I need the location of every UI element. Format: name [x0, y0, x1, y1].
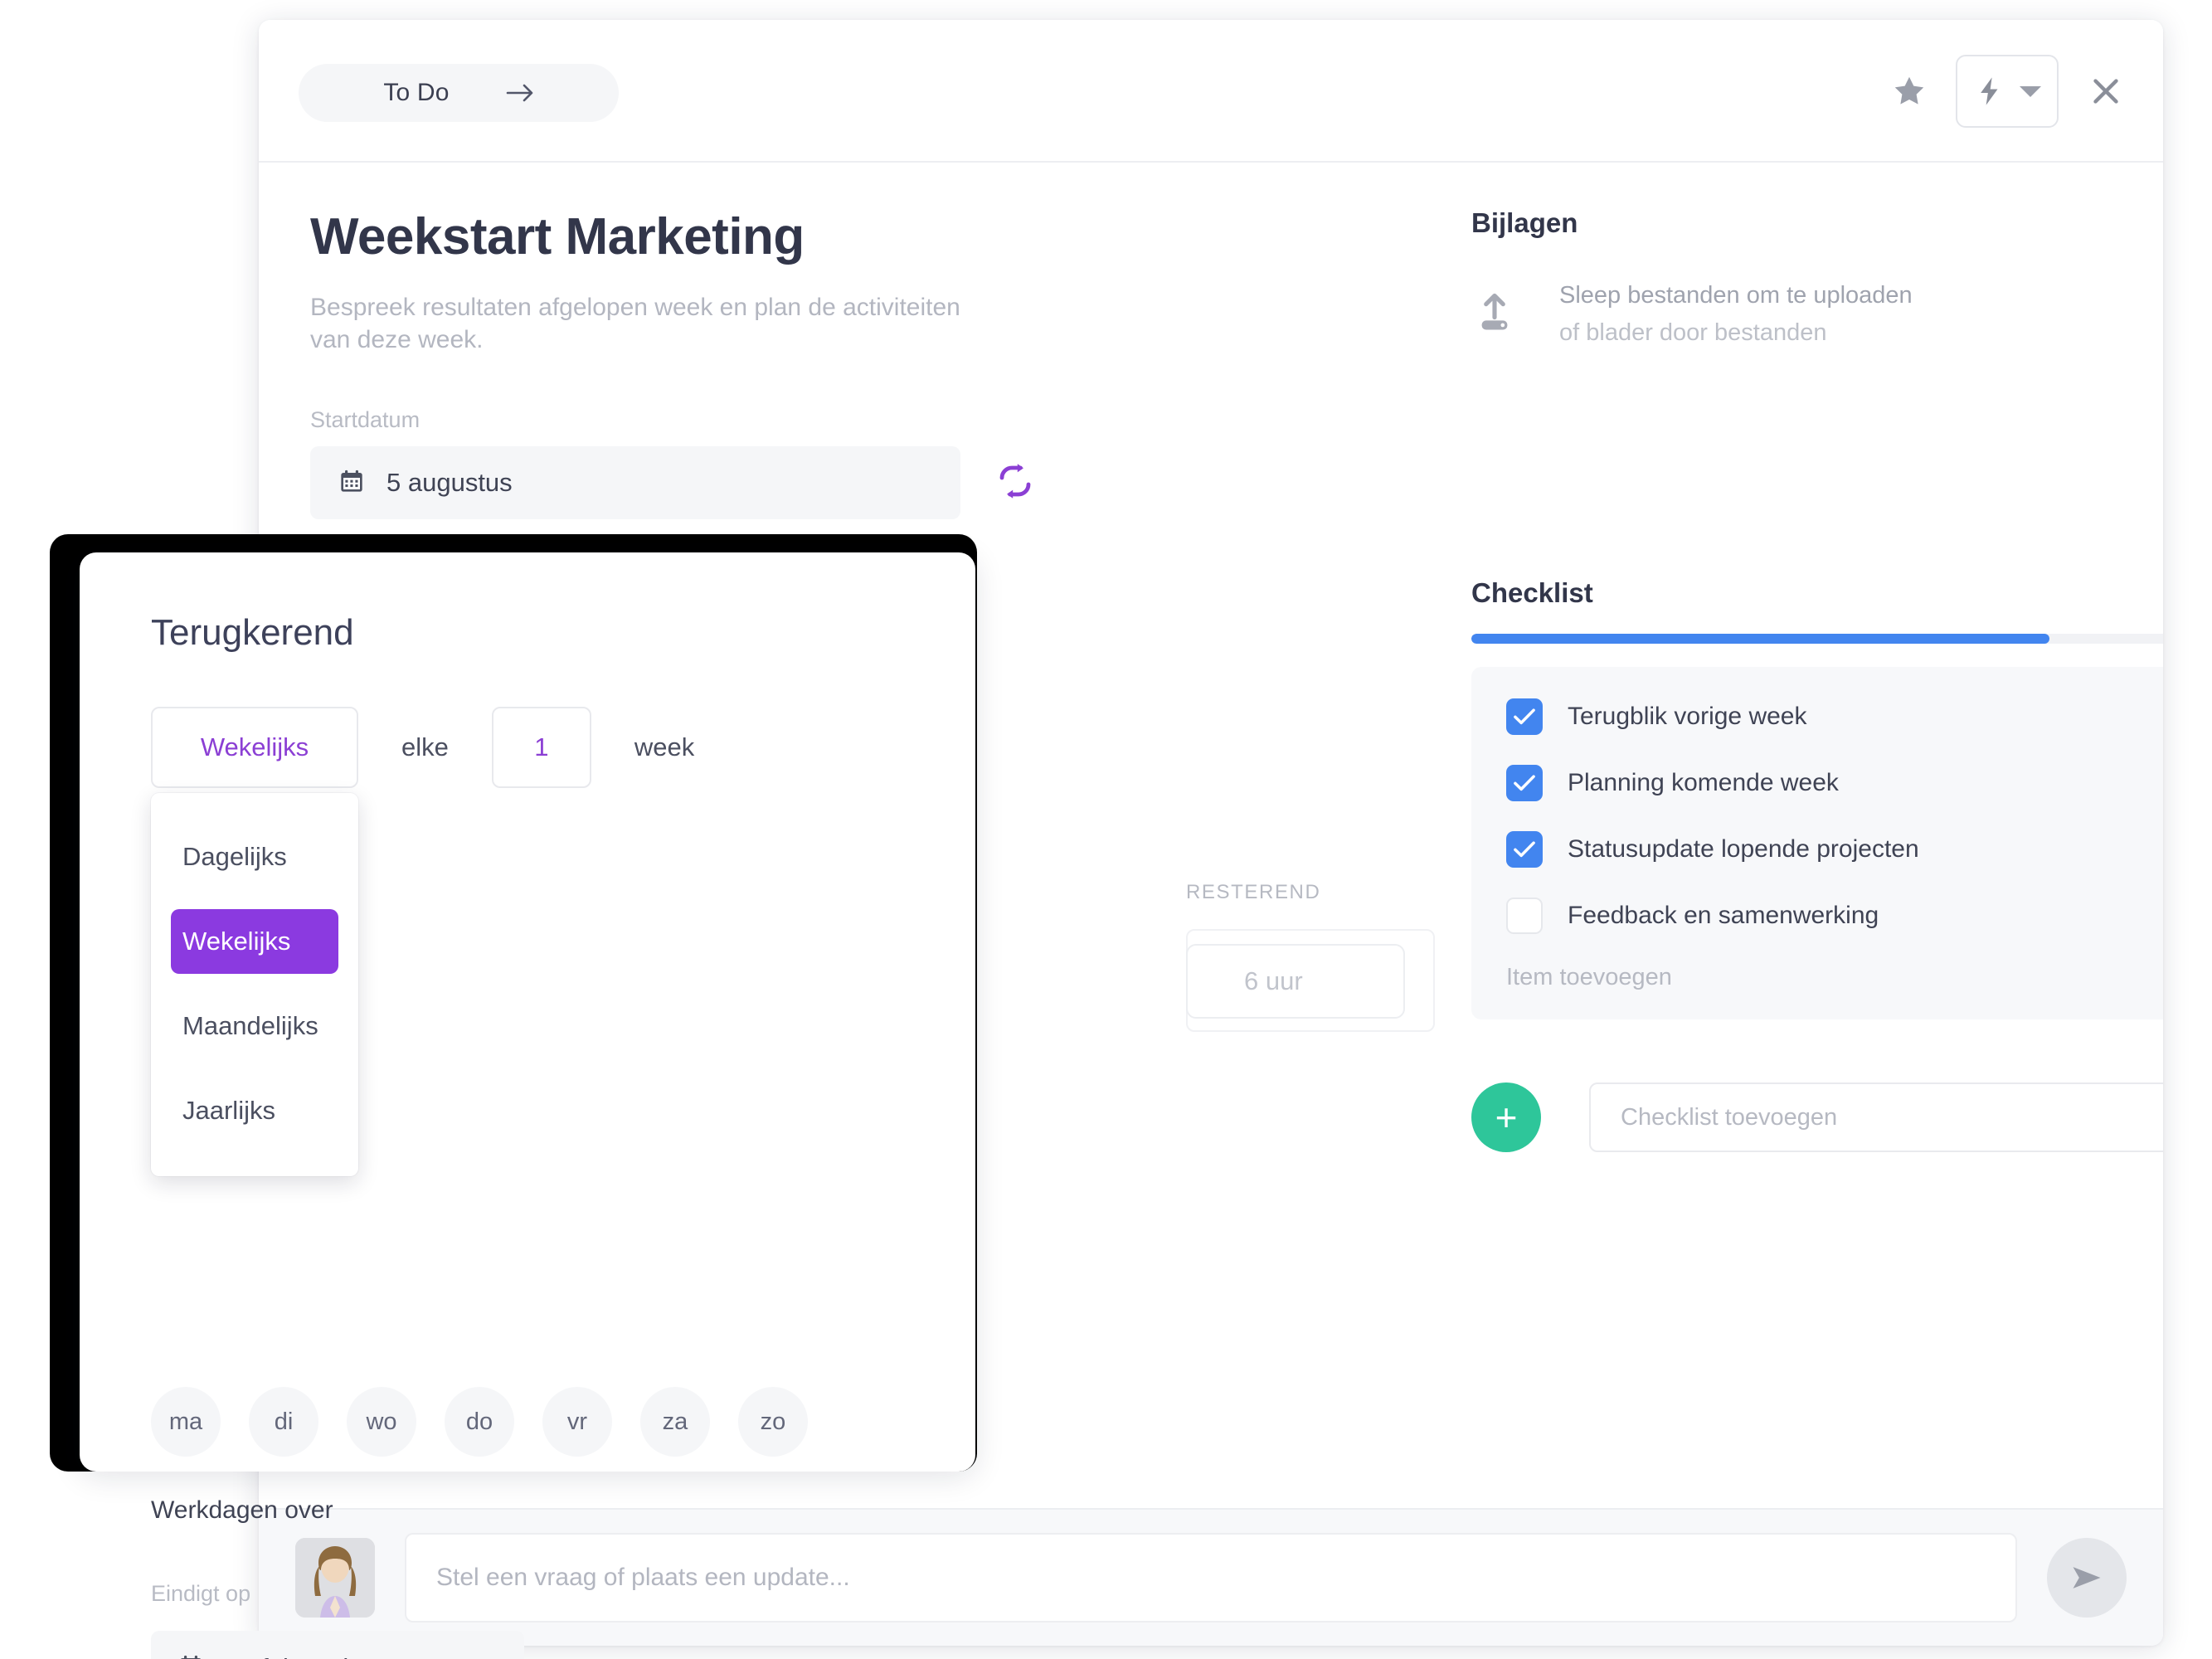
upload-dropzone[interactable]: Sleep bestanden om te uploaden of blader…	[1471, 282, 2163, 347]
checkbox-checked-icon[interactable]	[1506, 765, 1543, 801]
comment-bar: Stel een vraag of plaats een update...	[259, 1508, 2163, 1646]
screen: To Do RESTEREND 6 uur Weekstart Marketin…	[0, 0, 2212, 1659]
checklist-item-label: Terugblik vorige week	[1568, 703, 1807, 730]
frequency-option-wekelijks[interactable]: Wekelijks	[171, 909, 338, 974]
end-date-value: 14 februari	[226, 1653, 348, 1659]
upload-secondary-text[interactable]: of blader door bestanden	[1559, 319, 1913, 347]
card-topbar: To Do	[259, 20, 2163, 163]
add-checklist-item-input[interactable]: Item toevoegen	[1506, 964, 2163, 991]
recurring-modal-inner: Terugkerend Wekelijks elke 1 week ma di …	[80, 552, 975, 1659]
checklist-progress-bar	[1471, 634, 2163, 644]
frequency-dropdown: Dagelijks Wekelijks Maandelijks Jaarlijk…	[151, 793, 358, 1176]
day-chip-zo[interactable]: zo	[738, 1387, 808, 1457]
upload-primary-text: Sleep bestanden om te uploaden	[1559, 282, 1913, 309]
add-checklist-select[interactable]: Checklist toevoegen	[1589, 1082, 2163, 1152]
checklist-header: Checklist 0/4	[1471, 577, 2163, 609]
frequency-option-maandelijks[interactable]: Maandelijks	[171, 994, 338, 1058]
close-icon[interactable]	[2087, 72, 2125, 110]
day-chip-di[interactable]: di	[249, 1387, 318, 1457]
frequency-select[interactable]: Wekelijks	[151, 707, 358, 788]
frequency-option-jaarlijks[interactable]: Jaarlijks	[171, 1078, 338, 1143]
task-description[interactable]: Bespreek resultaten afgelopen week en pl…	[310, 291, 990, 356]
checklist-item[interactable]: Planning komende week	[1506, 765, 2163, 801]
checklist-heading: Checklist	[1471, 577, 1593, 608]
add-checklist-placeholder: Checklist toevoegen	[1621, 1103, 1838, 1131]
checklist-item-label: Feedback en samenwerking	[1568, 902, 1879, 929]
start-date-label: Startdatum	[310, 407, 421, 432]
checklist-item-label: Statusupdate lopende projecten	[1568, 835, 1919, 863]
checklist-item-label: Planning komende week	[1568, 769, 1839, 796]
day-chip-vr[interactable]: vr	[542, 1387, 612, 1457]
checklist-item[interactable]: Feedback en samenwerking	[1506, 898, 2163, 934]
checkbox-checked-icon[interactable]	[1506, 831, 1543, 868]
day-chip-wo[interactable]: wo	[347, 1387, 416, 1457]
day-chip-za[interactable]: za	[640, 1387, 710, 1457]
attachments-heading: Bijlagen	[1471, 207, 1578, 238]
task-side-column: Bijlagen Sleep bestanden om te uploaden …	[1471, 163, 2163, 1508]
day-chip-ma[interactable]: ma	[151, 1387, 221, 1457]
upload-text-block: Sleep bestanden om te uploaden of blader…	[1559, 282, 1913, 347]
end-date-field[interactable]: 14 februari	[151, 1631, 524, 1659]
topbar-actions	[1891, 55, 2125, 128]
checklist-item[interactable]: Statusupdate lopende projecten	[1506, 831, 2163, 868]
lightning-bolt-icon	[1981, 77, 1998, 105]
recurring-modal: Terugkerend Wekelijks elke 1 week ma di …	[80, 552, 975, 1659]
frequency-option-dagelijks[interactable]: Dagelijks	[171, 825, 338, 889]
add-checklist-row: + Checklist toevoegen	[1471, 1082, 2163, 1152]
weekday-selector: ma di wo do vr za zo	[151, 1387, 808, 1457]
day-chip-do[interactable]: do	[445, 1387, 514, 1457]
page-title: Weekstart Marketing	[310, 208, 805, 265]
status-label: To Do	[383, 79, 450, 106]
interval-input[interactable]: 1	[491, 707, 591, 788]
workdays-text: Werkdagen over	[151, 1496, 333, 1524]
start-date-field[interactable]: 5 augustus	[310, 446, 960, 519]
checkbox-checked-icon[interactable]	[1506, 698, 1543, 735]
calendar-icon	[177, 1653, 204, 1659]
automation-button[interactable]	[1956, 55, 2059, 128]
frequency-row: Wekelijks elke 1 week	[151, 707, 694, 788]
end-date-label: Eindigt op	[151, 1581, 251, 1606]
every-label: elke	[401, 732, 449, 761]
recurring-modal-title: Terugkerend	[151, 612, 354, 653]
checklist-item[interactable]: Terugblik vorige week	[1506, 698, 2163, 735]
avatar[interactable]	[295, 1538, 375, 1618]
chevron-down-icon	[2020, 85, 2041, 97]
status-pill-todo[interactable]: To Do	[299, 64, 619, 122]
checklist-progress-fill	[1471, 634, 2049, 644]
checklist-panel: Terugblik vorige week Planning komende w…	[1471, 667, 2163, 1019]
comment-placeholder: Stel een vraag of plaats een update...	[436, 1564, 850, 1591]
start-date-value: 5 augustus	[386, 468, 513, 497]
recurring-icon[interactable]	[995, 461, 1035, 505]
plus-icon[interactable]: +	[1471, 1082, 1541, 1152]
arrow-right-icon	[506, 83, 534, 103]
send-icon[interactable]	[2047, 1538, 2127, 1618]
calendar-icon	[338, 468, 365, 499]
comment-input[interactable]: Stel een vraag of plaats een update...	[405, 1533, 2017, 1623]
star-icon[interactable]	[1891, 73, 1928, 109]
upload-icon	[1471, 289, 1518, 340]
start-date-row: 5 augustus	[310, 446, 1289, 519]
unit-label: week	[634, 732, 695, 761]
checkbox-unchecked-icon[interactable]	[1506, 898, 1543, 934]
